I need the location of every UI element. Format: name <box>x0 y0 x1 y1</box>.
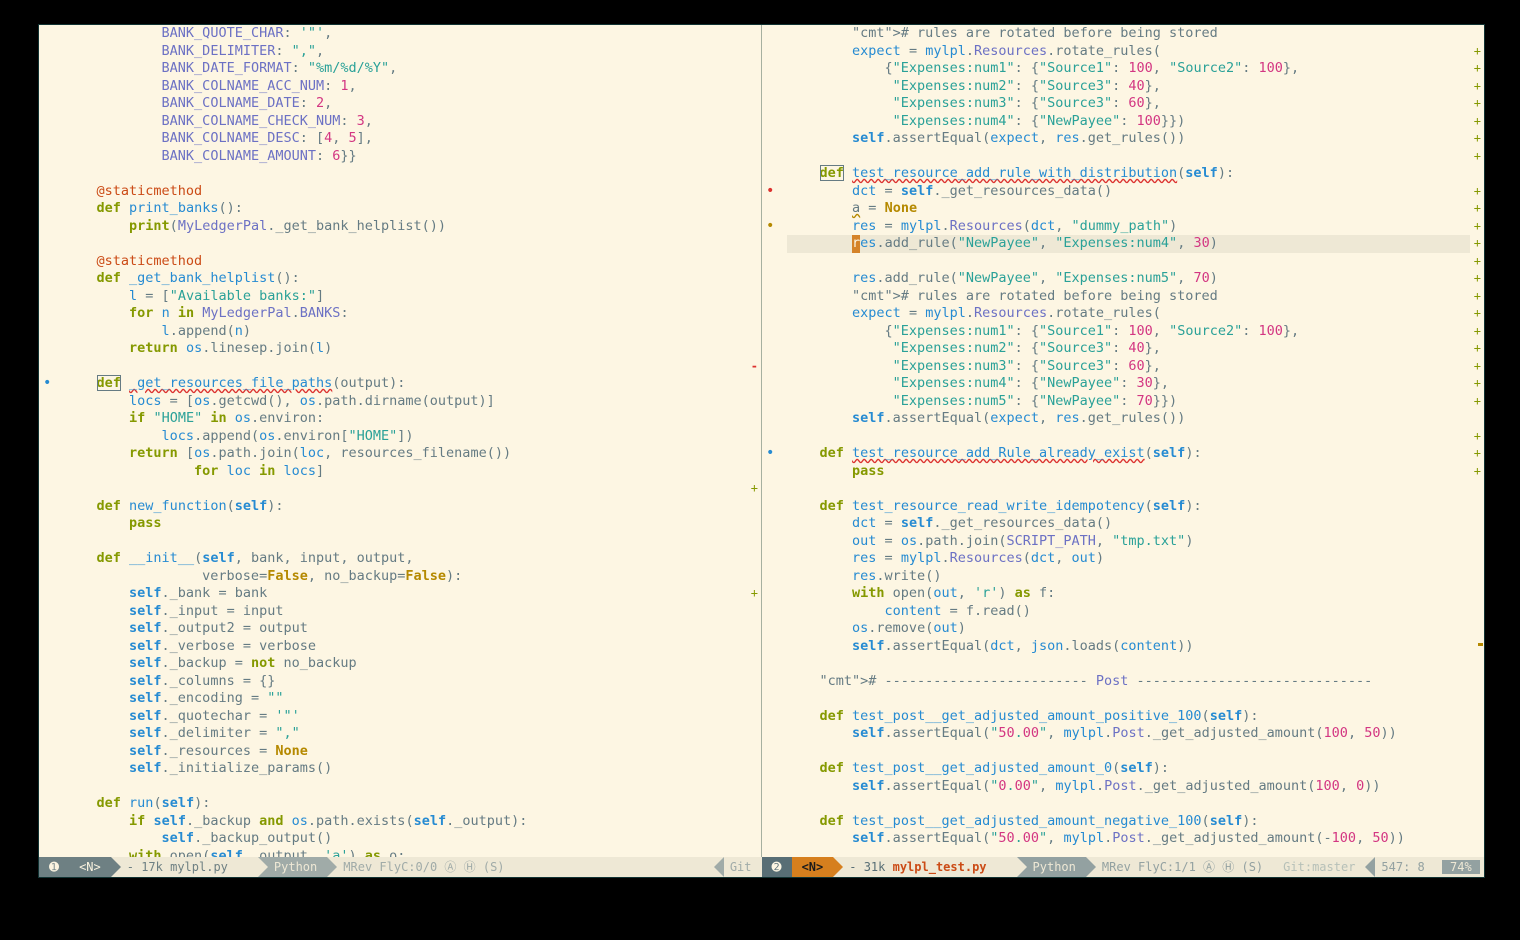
split-panes: • BANK_QUOTE_CHAR: '"', BANK_DELIMITER: … <box>39 25 1484 857</box>
modeline-row: ➊ <N> - 17k mylpl.py Python MRev FlyC:0/… <box>39 857 1484 877</box>
evil-state: <N> <box>69 857 111 877</box>
window-number: ➊ <box>39 857 69 877</box>
buffer-name: mylpl_test.py <box>893 860 987 874</box>
left-fringe: • <box>39 25 64 857</box>
fringe-error-icon: • <box>766 183 774 201</box>
sep <box>997 857 1017 877</box>
diff-added-icon: + <box>1474 218 1481 236</box>
fringe-dot-icon: • <box>766 445 774 463</box>
right-fringe: • • • <box>762 25 787 857</box>
diff-added-icon: + <box>1474 183 1481 201</box>
vc-segment: Git:master <box>1273 857 1365 877</box>
minor-modes: MRev FlyC:0/0 Ⓐ Ⓗ (S) <box>327 857 514 877</box>
diff-added-icon: + <box>1474 445 1481 463</box>
diff-added-icon: + <box>1474 113 1481 131</box>
diff-added-icon: + <box>1474 235 1481 253</box>
percent: 74% <box>1442 860 1480 874</box>
diff-added-icon: + <box>1474 393 1481 411</box>
left-code-area[interactable]: BANK_QUOTE_CHAR: '"', BANK_DELIMITER: ",… <box>64 25 747 857</box>
line-col: 547: 8 <box>1381 860 1424 874</box>
buffer-size: - 17k <box>127 860 163 874</box>
diff-added-icon: + <box>1474 305 1481 323</box>
left-right-fringe: - + + <box>747 25 761 857</box>
buffer-size: - 31k <box>849 860 885 874</box>
minor-modes: MRev FlyC:1/1 Ⓐ Ⓗ (S) <box>1086 857 1273 877</box>
left-pane[interactable]: • BANK_QUOTE_CHAR: '"', BANK_DELIMITER: … <box>39 25 762 857</box>
diff-added-icon: + <box>751 585 758 603</box>
vc-label: Git <box>730 860 752 874</box>
window-number: ➋ <box>762 857 792 877</box>
right-pane[interactable]: • • • "cmt"># rules are rotated before b… <box>762 25 1484 857</box>
scrollbar-mark <box>1478 643 1483 646</box>
evil-state: <N> <box>792 857 834 877</box>
diff-added-icon: + <box>751 480 758 498</box>
diff-added-icon: + <box>1474 253 1481 271</box>
diff-added-icon: + <box>1474 463 1481 481</box>
diff-removed-icon: - <box>751 358 758 376</box>
diff-added-icon: + <box>1474 200 1481 218</box>
diff-added-icon: + <box>1474 375 1481 393</box>
diff-added-icon: + <box>1474 43 1481 61</box>
position-pct: 547: 8 74% <box>1365 857 1484 877</box>
right-code-area[interactable]: "cmt"># rules are rotated before being s… <box>787 25 1470 857</box>
buffer-info: - 17k mylpl.py <box>111 857 238 877</box>
right-right-fringe: + + + + + + + + + + + + + + + + + + + + <box>1470 25 1484 857</box>
diff-added-icon: + <box>1474 60 1481 78</box>
left-modeline[interactable]: ➊ <N> - 17k mylpl.py Python MRev FlyC:0/… <box>39 857 762 877</box>
editor-frame: • BANK_QUOTE_CHAR: '"', BANK_DELIMITER: … <box>38 24 1485 878</box>
vc-segment: Git <box>714 857 762 877</box>
diff-added-icon: + <box>1474 78 1481 96</box>
major-mode: Python <box>258 857 327 877</box>
diff-added-icon: + <box>1474 428 1481 446</box>
diff-added-icon: + <box>1474 130 1481 148</box>
diff-added-icon: + <box>1474 323 1481 341</box>
buffer-info: - 31k mylpl_test.py <box>833 857 996 877</box>
sep <box>238 857 258 877</box>
major-mode: Python <box>1017 857 1086 877</box>
fringe-warn-icon: • <box>766 218 774 236</box>
buffer-name: mylpl.py <box>170 860 228 874</box>
diff-added-icon: + <box>1474 358 1481 376</box>
fringe-dot-icon: • <box>43 375 51 393</box>
diff-added-icon: + <box>1474 288 1481 306</box>
right-modeline[interactable]: ➋ <N> - 31k mylpl_test.py Python MRev Fl… <box>762 857 1485 877</box>
diff-added-icon: + <box>1474 95 1481 113</box>
diff-added-icon: + <box>1474 148 1481 166</box>
diff-added-icon: + <box>1474 270 1481 288</box>
diff-added-icon: + <box>1474 340 1481 358</box>
